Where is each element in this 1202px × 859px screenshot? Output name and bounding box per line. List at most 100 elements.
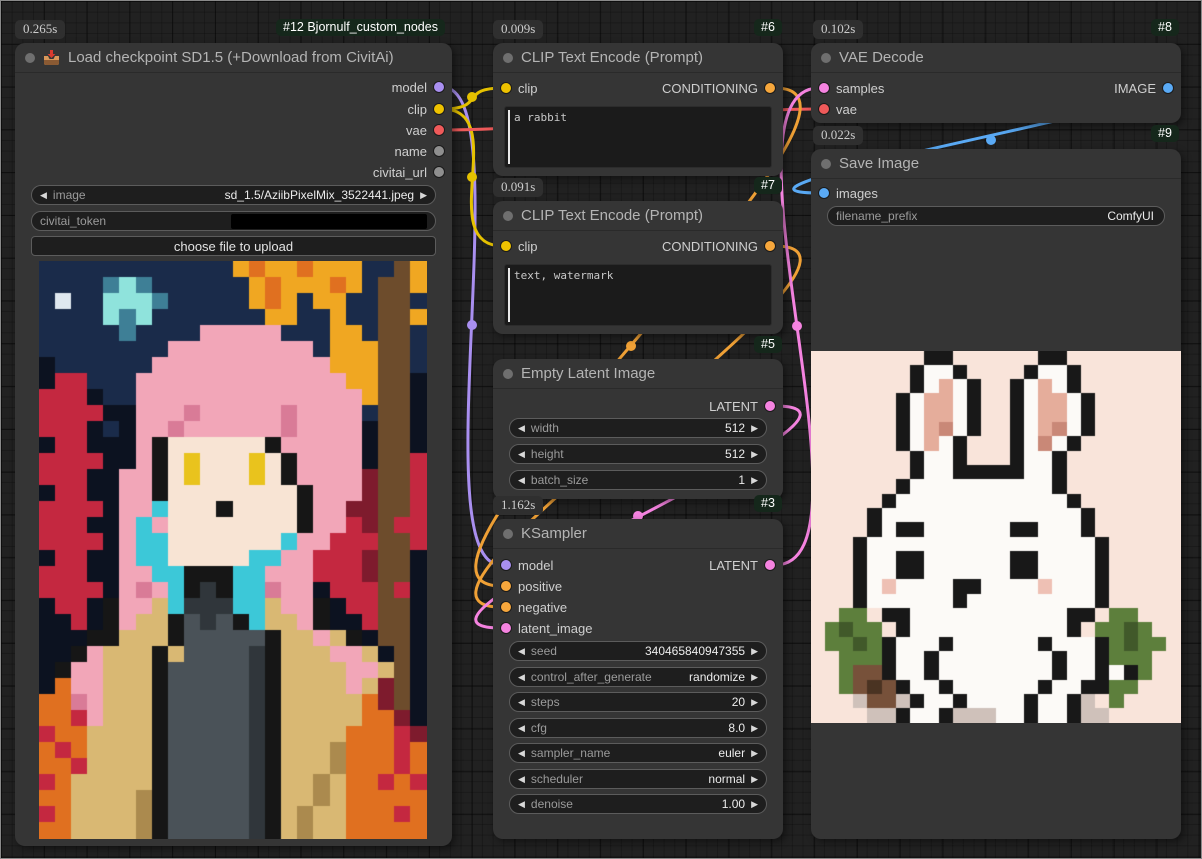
saved-image-preview [811, 351, 1181, 723]
output-dot-clip[interactable] [434, 104, 444, 114]
prev-arrow-icon[interactable]: ◀ [518, 450, 525, 459]
node-header-ksampler[interactable]: KSampler [493, 519, 783, 549]
node-title: CLIP Text Encode (Prompt) [521, 49, 703, 66]
input-label: model [518, 558, 553, 573]
output-dot-civitai-url[interactable] [434, 167, 444, 177]
output-label: LATENT [709, 558, 758, 573]
filename-prefix-field[interactable]: filename_prefix ComfyUI [827, 206, 1165, 226]
output-dot-latent[interactable] [765, 401, 775, 411]
output-dot-vae[interactable] [434, 125, 444, 135]
output-dot-conditioning[interactable] [765, 241, 775, 251]
prev-arrow-icon[interactable]: ◀ [518, 800, 525, 809]
input-dot-latent-image[interactable] [501, 623, 511, 633]
node-id-badge: #7 [754, 177, 782, 194]
scheduler-stepper[interactable]: ◀ scheduler normal ▶ [509, 769, 767, 789]
output-latent: LATENT [702, 396, 775, 416]
height-stepper[interactable]: ◀ height 512 ▶ [509, 444, 767, 464]
collapse-dot[interactable] [503, 211, 513, 221]
output-dot-conditioning[interactable] [765, 83, 775, 93]
node-header-empty-latent[interactable]: Empty Latent Image [493, 359, 783, 389]
input-images: images [819, 183, 885, 203]
node-title: Load checkpoint SD1.5 (+Download from Ci… [68, 49, 394, 66]
next-arrow-icon[interactable]: ▶ [751, 450, 758, 459]
width-stepper[interactable]: ◀ width 512 ▶ [509, 418, 767, 438]
control-after-generate-stepper[interactable]: ◀ control_after_generate randomize ▶ [509, 667, 767, 687]
input-dot-vae[interactable] [819, 104, 829, 114]
sampler-name-stepper[interactable]: ◀ sampler_name euler ▶ [509, 743, 767, 763]
node-header-clip-negative[interactable]: CLIP Text Encode (Prompt) [493, 201, 783, 231]
batch-size-stepper[interactable]: ◀ batch_size 1 ▶ [509, 470, 767, 490]
node-header-load-checkpoint[interactable]: Load checkpoint SD1.5 (+Download from Ci… [15, 43, 452, 73]
button-label: choose file to upload [174, 239, 293, 254]
prev-arrow-icon[interactable]: ◀ [518, 476, 525, 485]
image-selector[interactable]: ◀ image sd_1.5/AziibPixelMix_3522441.jpe… [31, 185, 436, 205]
output-label: model [392, 80, 427, 95]
next-arrow-icon[interactable]: ▶ [751, 476, 758, 485]
steps-stepper[interactable]: ◀ steps 20 ▶ [509, 692, 767, 712]
node-load-checkpoint: Load checkpoint SD1.5 (+Download from Ci… [15, 43, 452, 846]
cfg-stepper[interactable]: ◀ cfg 8.0 ▶ [509, 718, 767, 738]
choose-file-button[interactable]: choose file to upload [31, 236, 436, 256]
input-clip: clip [501, 78, 545, 98]
widget-label: civitai_token [40, 214, 106, 228]
prompt-textarea[interactable]: text, watermark [504, 264, 772, 326]
widget-value: randomize [689, 670, 745, 684]
prev-arrow-icon[interactable]: ◀ [518, 673, 525, 682]
collapse-dot[interactable] [821, 53, 831, 63]
input-dot-samples[interactable] [819, 83, 829, 93]
input-dot-images[interactable] [819, 188, 829, 198]
next-arrow-icon[interactable]: ▶ [751, 724, 758, 733]
prev-arrow-icon[interactable]: ◀ [518, 647, 525, 656]
widget-label: batch_size [531, 473, 588, 487]
next-arrow-icon[interactable]: ▶ [751, 698, 758, 707]
graph-canvas[interactable]: Load checkpoint SD1.5 (+Download from Ci… [0, 0, 1202, 859]
input-dot-clip[interactable] [501, 241, 511, 251]
exec-time-badge: 0.102s [813, 20, 863, 39]
output-label: CONDITIONING [662, 81, 758, 96]
input-dot-positive[interactable] [501, 581, 511, 591]
output-dot-model[interactable] [434, 82, 444, 92]
collapse-dot[interactable] [503, 529, 513, 539]
prompt-textarea[interactable]: a rabbit [504, 106, 772, 168]
input-dot-negative[interactable] [501, 602, 511, 612]
widget-value: sd_1.5/AziibPixelMix_3522441.jpeg [225, 188, 414, 202]
output-label: vae [406, 123, 427, 138]
exec-time-badge: 1.162s [493, 496, 543, 515]
widget-value: 512 [725, 421, 745, 435]
widget-label: control_after_generate [531, 670, 652, 684]
input-dot-model[interactable] [501, 560, 511, 570]
seed-stepper[interactable]: ◀ seed 340465840947355 ▶ [509, 641, 767, 661]
civitai-token-field[interactable]: civitai_token [31, 211, 436, 231]
prev-arrow-icon[interactable]: ◀ [518, 775, 525, 784]
node-header-clip-positive[interactable]: CLIP Text Encode (Prompt) [493, 43, 783, 73]
prev-arrow-icon[interactable]: ◀ [518, 724, 525, 733]
output-dot-latent[interactable] [765, 560, 775, 570]
next-arrow-icon[interactable]: ▶ [420, 191, 427, 200]
next-arrow-icon[interactable]: ▶ [751, 673, 758, 682]
output-dot-name[interactable] [434, 146, 444, 156]
prev-arrow-icon[interactable]: ◀ [40, 191, 47, 200]
node-title: KSampler [521, 525, 587, 542]
widget-value: 8.0 [728, 721, 745, 735]
denoise-stepper[interactable]: ◀ denoise 1.00 ▶ [509, 794, 767, 814]
collapse-dot[interactable] [503, 53, 513, 63]
node-id-badge: #9 [1151, 125, 1179, 142]
next-arrow-icon[interactable]: ▶ [751, 800, 758, 809]
next-arrow-icon[interactable]: ▶ [751, 647, 758, 656]
prev-arrow-icon[interactable]: ◀ [518, 749, 525, 758]
output-dot-image[interactable] [1163, 83, 1173, 93]
collapse-dot[interactable] [821, 159, 831, 169]
collapse-dot[interactable] [25, 53, 35, 63]
node-header-vae-decode[interactable]: VAE Decode [811, 43, 1181, 73]
next-arrow-icon[interactable]: ▶ [751, 424, 758, 433]
next-arrow-icon[interactable]: ▶ [751, 749, 758, 758]
node-header-save-image[interactable]: Save Image [811, 149, 1181, 179]
prev-arrow-icon[interactable]: ◀ [518, 424, 525, 433]
prev-arrow-icon[interactable]: ◀ [518, 698, 525, 707]
next-arrow-icon[interactable]: ▶ [751, 775, 758, 784]
input-negative: negative [501, 597, 574, 617]
input-label: negative [518, 600, 567, 615]
input-dot-clip[interactable] [501, 83, 511, 93]
exec-time-badge: 0.022s [813, 126, 863, 145]
collapse-dot[interactable] [503, 369, 513, 379]
